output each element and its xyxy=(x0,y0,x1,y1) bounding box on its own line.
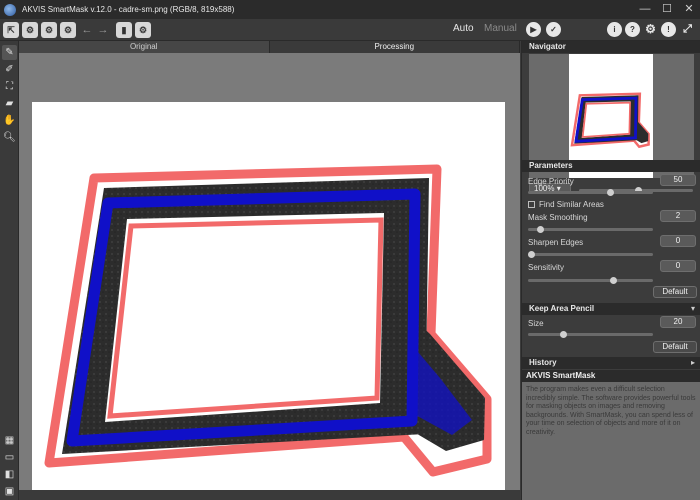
sharpen-edges-knob[interactable] xyxy=(528,251,535,258)
checker-display-icon[interactable]: ▦ xyxy=(2,433,17,448)
size-slider[interactable] xyxy=(528,331,653,338)
help-text: The program makes even a difficult selec… xyxy=(526,386,696,436)
expand-chevron-icon[interactable]: ▸ xyxy=(691,357,695,369)
history-header[interactable]: History ▸ xyxy=(522,357,700,369)
undo-arrow-icon[interactable]: ← xyxy=(80,22,94,38)
sensitivity-label: Sensitivity xyxy=(528,263,565,272)
help-panel: AKVIS SmartMask The program makes even a… xyxy=(522,370,700,500)
mask-smoothing-knob[interactable] xyxy=(537,226,544,233)
notifications-icon[interactable]: ! xyxy=(661,22,676,37)
edge-priority-field[interactable]: 50 xyxy=(660,174,696,186)
view-tabs: Original Processing xyxy=(19,41,520,53)
inner-opening xyxy=(107,217,384,419)
size-field[interactable]: 20 xyxy=(660,316,696,328)
app-logo-icon xyxy=(4,3,16,16)
run-icon[interactable]: ▶ xyxy=(526,22,541,37)
info-icon[interactable]: i xyxy=(607,22,622,37)
sensitivity-field[interactable]: 0 xyxy=(660,260,696,272)
view-mode-icon[interactable]: ▣ xyxy=(2,484,17,499)
save-icon[interactable]: ⚙ xyxy=(41,22,57,38)
zoom-icon[interactable]: 🔍︎ xyxy=(2,130,17,145)
help-tools-icon[interactable]: ⚙ xyxy=(135,22,151,38)
sharpen-edges-label: Sharpen Edges xyxy=(528,238,584,247)
size-label: Size xyxy=(528,319,544,328)
close-button[interactable]: ✕ xyxy=(678,0,700,19)
edge-priority-slider[interactable] xyxy=(528,189,653,196)
mask-smoothing-label: Mask Smoothing xyxy=(528,213,588,222)
mask-smoothing-slider[interactable] xyxy=(528,226,653,233)
settings-load-icon[interactable]: ⚙ xyxy=(22,22,38,38)
share-icon[interactable]: ⚙ xyxy=(60,22,76,38)
settings-panel: Navigator 100% ▾ Parameters Edge Priorit… xyxy=(521,41,700,500)
frame-image xyxy=(44,164,492,477)
mask-display-icon[interactable]: ◧ xyxy=(2,467,17,482)
expand-icon[interactable]: ⤢ xyxy=(680,22,695,37)
size-knob[interactable] xyxy=(560,331,567,338)
eraser-icon[interactable]: ▰ xyxy=(2,96,17,111)
plugin-icon[interactable]: ▮ xyxy=(116,22,132,38)
image-preview[interactable] xyxy=(32,102,505,496)
collapse-chevron-icon[interactable]: ▾ xyxy=(691,303,695,315)
mode-auto[interactable]: Auto xyxy=(453,23,474,34)
minimize-button[interactable]: — xyxy=(634,0,656,19)
parameters-header[interactable]: Parameters xyxy=(522,160,700,172)
maximize-button[interactable]: ☐ xyxy=(656,0,678,19)
mask-smoothing-field[interactable]: 2 xyxy=(660,210,696,222)
window-controls: — ☐ ✕ xyxy=(634,0,700,19)
sharpen-edges-slider[interactable] xyxy=(528,251,653,258)
background-display-icon[interactable]: ▭ xyxy=(2,450,17,465)
sensitivity-slider[interactable] xyxy=(528,277,653,284)
mode-manual[interactable]: Manual xyxy=(484,23,517,34)
find-similar-checkbox[interactable] xyxy=(528,201,535,208)
image-canvas[interactable] xyxy=(19,53,520,496)
navigator-header[interactable]: Navigator xyxy=(522,41,700,53)
window-title: AKVIS SmartMask v.12.0 - cadre-sm.png (R… xyxy=(22,5,235,14)
help-title: AKVIS SmartMask xyxy=(522,370,700,382)
settings-gear-icon[interactable]: ⚙ xyxy=(643,22,658,37)
title-bar: AKVIS SmartMask v.12.0 - cadre-sm.png (R… xyxy=(0,0,700,19)
hand-icon[interactable]: ✋ xyxy=(2,113,17,128)
horizontal-scrollbar[interactable] xyxy=(19,490,520,500)
parameters-default-button[interactable]: Default xyxy=(653,286,697,298)
toolbar: ⇱ ⚙ ⚙ ⚙ ← → ▮ ⚙ Auto Manual ▶ ✓ i ? ⚙ ! … xyxy=(0,19,700,41)
find-similar-label: Find Similar Areas xyxy=(539,200,604,209)
sensitivity-knob[interactable] xyxy=(610,277,617,284)
apply-check-icon[interactable]: ✓ xyxy=(546,22,561,37)
app-window: AKVIS SmartMask v.12.0 - cadre-sm.png (R… xyxy=(0,0,700,500)
edge-priority-label: Edge Priority xyxy=(528,177,574,186)
tab-processing[interactable]: Processing xyxy=(269,41,520,53)
edge-priority-knob[interactable] xyxy=(607,189,614,196)
keep-area-pencil-icon[interactable]: ✎ xyxy=(2,45,17,60)
remove-pencil-icon[interactable]: ✐ xyxy=(2,62,17,77)
tab-original[interactable]: Original xyxy=(19,41,270,53)
tools-panel: ✎ ✐ ⛶ ▰ ✋ 🔍︎ ▦ ▭ ◧ ▣ xyxy=(0,41,19,500)
help-icon[interactable]: ? xyxy=(625,22,640,37)
keep-area-header[interactable]: Keep Area Pencil ▾ xyxy=(522,303,700,315)
open-image-icon[interactable]: ⇱ xyxy=(3,22,19,38)
keep-area-default-button[interactable]: Default xyxy=(653,341,697,353)
sharpen-edges-field[interactable]: 0 xyxy=(660,235,696,247)
redo-arrow-icon[interactable]: → xyxy=(96,22,110,38)
bucket-icon[interactable]: ⛶ xyxy=(2,79,17,94)
